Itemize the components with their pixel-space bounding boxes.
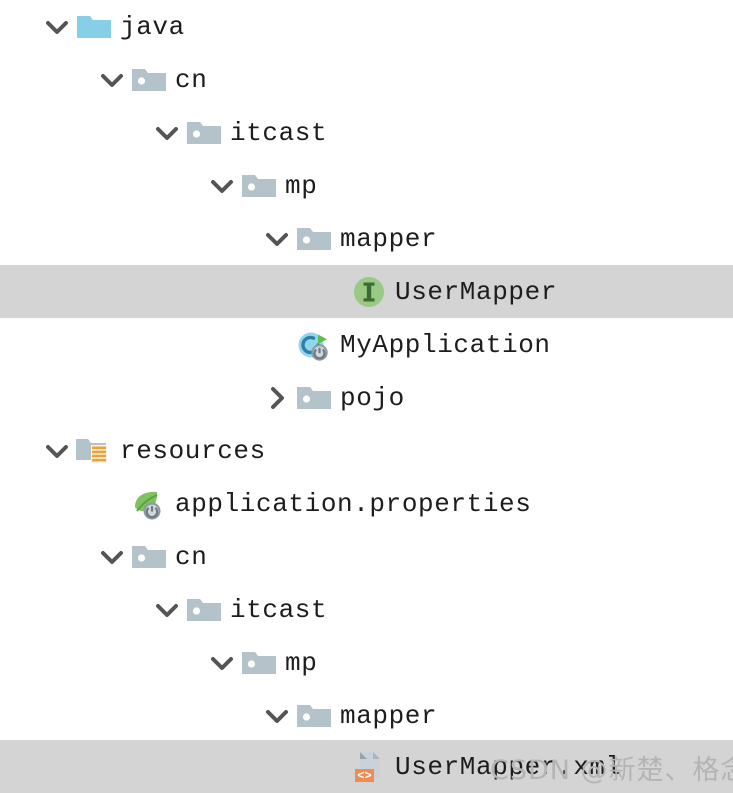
tree-row-label: mapper xyxy=(340,223,438,254)
tree-row-label: java xyxy=(120,11,185,42)
tree-row[interactable]: resources xyxy=(0,424,733,477)
tree-row-label: cn xyxy=(175,64,208,95)
tree-row-label: mp xyxy=(285,647,318,678)
tree-row[interactable]: cn xyxy=(0,53,733,106)
chevron-right-icon[interactable] xyxy=(260,381,294,415)
tree-row[interactable]: mapper xyxy=(0,689,733,742)
chevron-down-icon[interactable] xyxy=(150,116,184,150)
chevron-down-icon[interactable] xyxy=(95,63,129,97)
tree-row-label: application.properties xyxy=(175,488,532,519)
tree-row[interactable]: java xyxy=(0,0,733,53)
tree-row-label: pojo xyxy=(340,382,405,413)
tree-row[interactable]: mp xyxy=(0,159,733,212)
tree-row[interactable]: pojo xyxy=(0,371,733,424)
tree-row[interactable]: MyApplication xyxy=(0,318,733,371)
chevron-down-icon[interactable] xyxy=(150,593,184,627)
tree-row-label: cn xyxy=(175,541,208,572)
tree-row-label: MyApplication xyxy=(340,329,551,360)
folder-java-source-icon xyxy=(74,7,114,47)
tree-row[interactable]: UserMapper xyxy=(0,265,733,318)
svg-text:<>: <> xyxy=(357,769,371,783)
chevron-down-icon[interactable] xyxy=(260,222,294,256)
tree-row-label: mp xyxy=(285,170,318,201)
tree-row-label: mapper xyxy=(340,700,438,731)
chevron-down-icon[interactable] xyxy=(205,169,239,203)
folder-package-icon xyxy=(129,60,169,100)
folder-package-icon xyxy=(129,537,169,577)
folder-package-icon xyxy=(294,696,334,736)
tree-row-label: resources xyxy=(120,435,266,466)
tree-row[interactable]: application.properties xyxy=(0,477,733,530)
chevron-down-icon[interactable] xyxy=(260,699,294,733)
tree-row-label: itcast xyxy=(230,117,328,148)
folder-package-icon xyxy=(239,643,279,683)
tree-row-label: UserMapper.xml xyxy=(395,751,622,782)
project-file-tree[interactable]: java cn itcast mp mapper UserMapper MyApplicat… xyxy=(0,0,733,793)
tree-chevron-placeholder xyxy=(315,275,349,309)
folder-resources-icon xyxy=(74,431,114,471)
tree-row[interactable]: mp xyxy=(0,636,733,689)
folder-package-icon xyxy=(239,166,279,206)
folder-package-icon xyxy=(294,219,334,259)
chevron-down-icon[interactable] xyxy=(95,540,129,574)
tree-chevron-placeholder xyxy=(315,750,349,784)
tree-row[interactable]: cn xyxy=(0,530,733,583)
chevron-down-icon[interactable] xyxy=(40,434,74,468)
chevron-down-icon[interactable] xyxy=(205,646,239,680)
xml-file-icon: <> xyxy=(349,747,389,787)
tree-row[interactable]: <> UserMapper.xml xyxy=(0,740,733,793)
folder-package-icon xyxy=(294,378,334,418)
tree-row-label: UserMapper xyxy=(395,276,558,307)
tree-chevron-placeholder xyxy=(260,328,294,362)
folder-package-icon xyxy=(184,590,224,630)
tree-row-label: itcast xyxy=(230,594,328,625)
tree-row[interactable]: itcast xyxy=(0,583,733,636)
spring-boot-runnable-class-icon xyxy=(294,325,334,365)
tree-chevron-placeholder xyxy=(95,487,129,521)
tree-row[interactable]: itcast xyxy=(0,106,733,159)
folder-package-icon xyxy=(184,113,224,153)
spring-properties-icon xyxy=(129,484,169,524)
tree-row[interactable]: mapper xyxy=(0,212,733,265)
java-interface-icon xyxy=(349,272,389,312)
chevron-down-icon[interactable] xyxy=(40,10,74,44)
